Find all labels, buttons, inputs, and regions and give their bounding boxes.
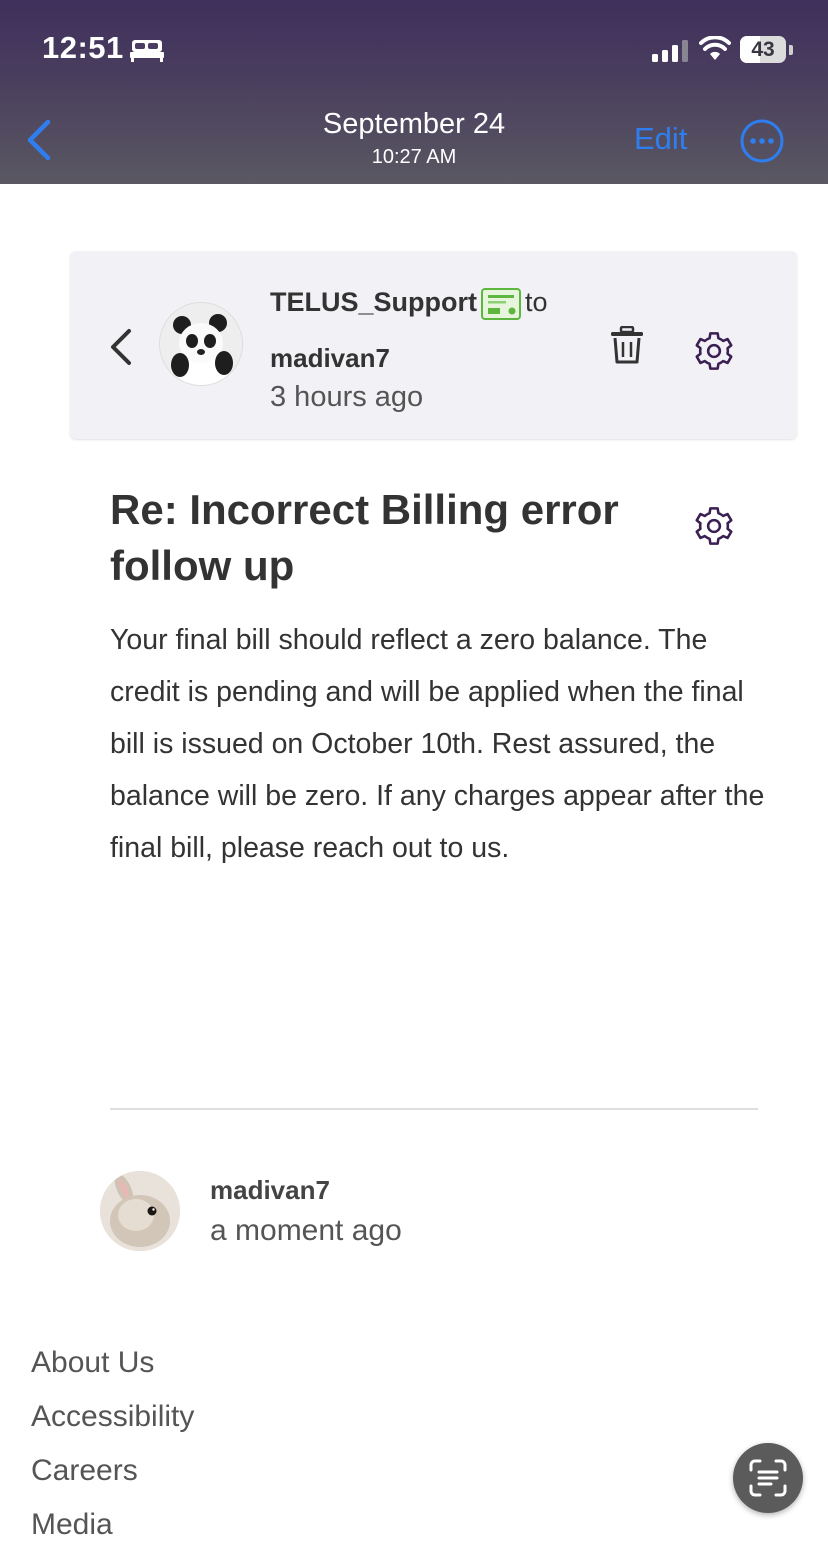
battery-nub xyxy=(789,45,793,55)
text-scan-button[interactable] xyxy=(733,1443,803,1513)
divider xyxy=(110,1108,758,1110)
footer-link-about-us[interactable]: About Us xyxy=(31,1346,154,1380)
panda-avatar-image xyxy=(160,303,242,385)
more-options-icon[interactable] xyxy=(739,118,785,164)
sender-name[interactable]: TELUS_Support xyxy=(270,287,477,317)
edit-button[interactable]: Edit xyxy=(634,121,687,157)
top-navigation-bar: 12:51 43 September 24 10:27 AM Edit xyxy=(0,0,828,184)
message-subject: Re: Incorrect Billing error follow up xyxy=(110,486,619,589)
reply-username[interactable]: madivan7 xyxy=(210,1175,330,1206)
card-back-chevron-icon[interactable] xyxy=(108,327,134,367)
status-time: 12:51 xyxy=(42,30,124,65)
live-text-scan-icon xyxy=(749,1459,787,1497)
settings-gear-icon[interactable] xyxy=(692,329,736,373)
trash-icon[interactable] xyxy=(610,326,644,364)
wifi-icon xyxy=(699,36,731,60)
sender-line: TELUS_Support to xyxy=(270,287,548,320)
bunny-avatar-image xyxy=(100,1171,180,1251)
battery-indicator: 43 xyxy=(740,36,786,63)
support-badge-icon xyxy=(481,287,521,320)
reply-timestamp: a moment ago xyxy=(210,1214,402,1247)
message-options-gear-icon[interactable] xyxy=(692,504,736,548)
footer-link-accessibility[interactable]: Accessibility xyxy=(31,1400,194,1434)
footer-link-media[interactable]: Media xyxy=(31,1508,113,1542)
footer-link-careers[interactable]: Careers xyxy=(31,1454,138,1488)
battery-percent: 43 xyxy=(751,38,775,61)
nav-date-title: September 24 xyxy=(322,108,506,140)
message-header-card: TELUS_Support to madivan7 3 hours ago xyxy=(70,251,797,439)
to-word: to xyxy=(525,287,548,317)
sleep-focus-icon xyxy=(130,40,164,62)
nav-time-subtitle: 10:27 AM xyxy=(371,146,457,168)
message-timestamp: 3 hours ago xyxy=(270,381,424,413)
cellular-signal-icon xyxy=(652,40,688,62)
sender-avatar[interactable] xyxy=(160,303,242,385)
recipient-name[interactable]: madivan7 xyxy=(270,343,390,374)
message-body: Your final bill should reflect a zero ba… xyxy=(110,624,765,864)
reply-user-avatar[interactable] xyxy=(100,1171,180,1251)
